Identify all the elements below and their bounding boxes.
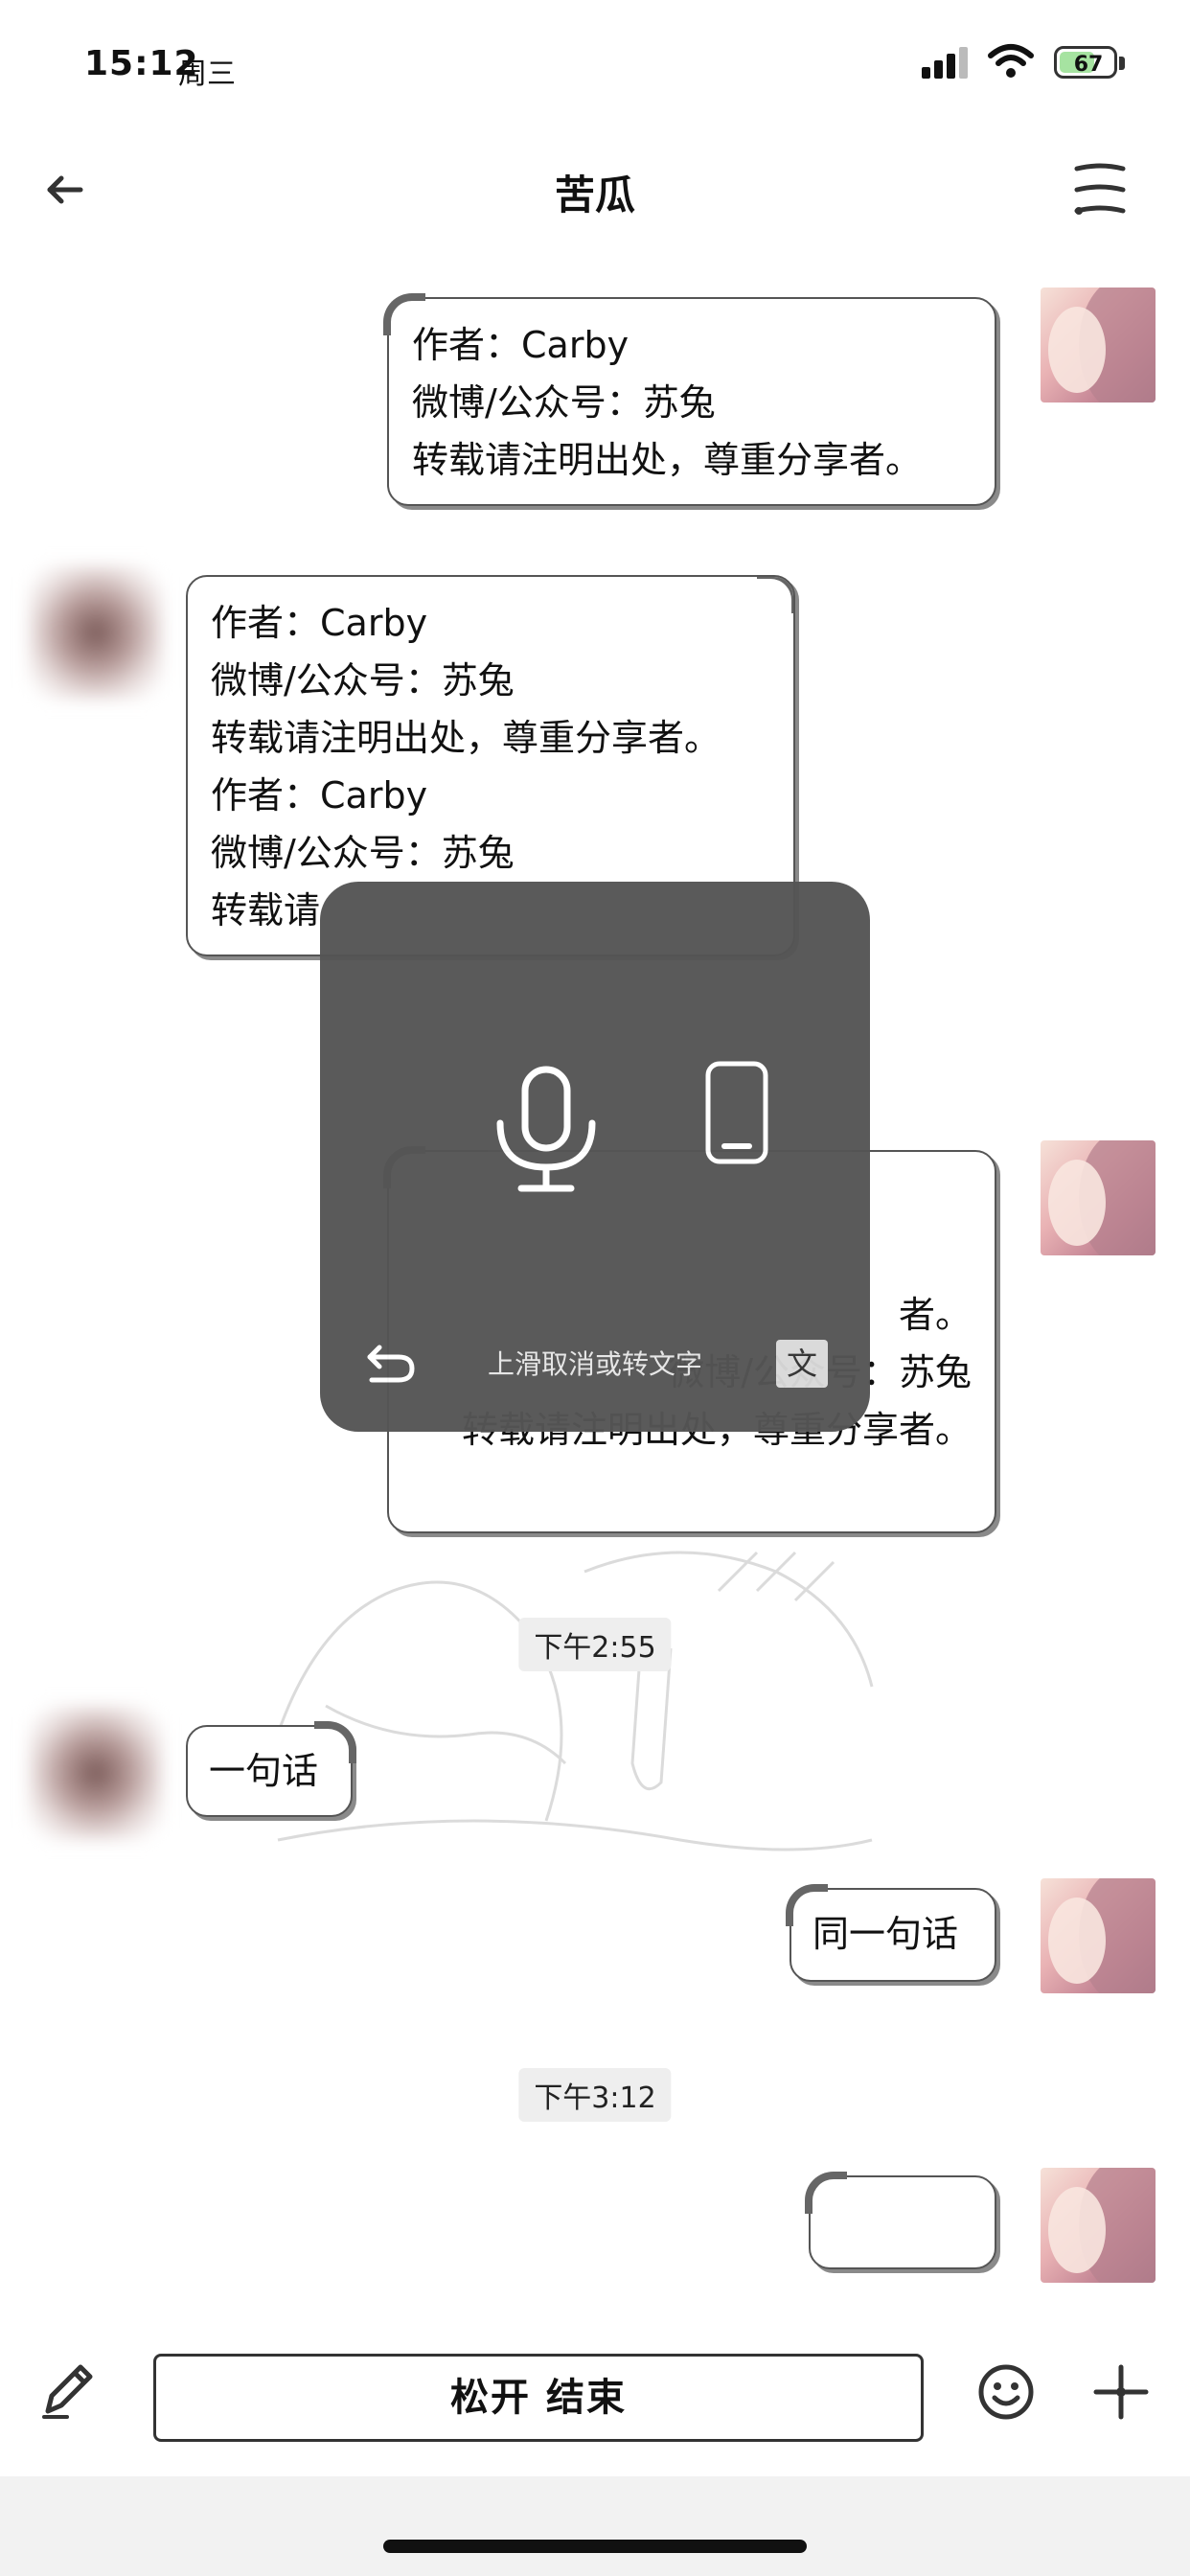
battery-percentage: 67 [1073, 53, 1104, 77]
battery-indicator: 67 [1054, 46, 1127, 82]
message-bubble[interactable] [805, 2172, 996, 2269]
home-indicator[interactable] [383, 2540, 807, 2553]
status-weekday: 周三 [178, 58, 236, 91]
emoji-button[interactable] [977, 2363, 1035, 2421]
my-avatar[interactable] [1041, 1140, 1156, 1255]
message-bubble[interactable]: 同一句话 [786, 1884, 996, 1982]
voice-recording-overlay: 上滑取消或转文字 文 [320, 882, 870, 1432]
menu-button[interactable] [1073, 161, 1127, 218]
status-bar: 15:12 周三 67 [0, 0, 1190, 134]
chat-title: 苦瓜 [554, 172, 635, 218]
time-divider: 下午3:12 [518, 2068, 672, 2122]
nav-bar: 苦瓜 [0, 134, 1190, 249]
my-avatar[interactable] [1041, 2168, 1156, 2283]
microphone-icon [496, 1066, 596, 1192]
message-bubble[interactable]: 一句话 [186, 1721, 356, 1817]
message-bubble[interactable]: 作者：Carby 微博/公众号：苏兔 转载请注明出处，尊重分享者。 [383, 293, 996, 506]
my-avatar[interactable] [1041, 1878, 1156, 1993]
contact-avatar[interactable] [29, 565, 163, 700]
contact-avatar[interactable] [29, 1706, 163, 1840]
emoji-icon [978, 2364, 1034, 2420]
phone-icon[interactable] [703, 1060, 770, 1165]
convert-to-text-button[interactable]: 文 [776, 1340, 828, 1388]
input-bar: 松开 结束 [0, 2329, 1190, 2463]
my-avatar[interactable] [1041, 288, 1156, 402]
pencil-icon [42, 2364, 93, 2419]
signal-icon [922, 47, 968, 79]
background-sketch [257, 1551, 874, 1852]
plus-icon [1093, 2364, 1149, 2420]
menu-icon [1074, 163, 1126, 215]
plus-button[interactable] [1092, 2363, 1150, 2421]
wifi-icon [988, 44, 1034, 78]
pencil-button[interactable] [38, 2358, 96, 2421]
hold-to-talk-button[interactable]: 松开 结束 [153, 2354, 924, 2442]
bottom-safe-area [0, 2476, 1190, 2576]
time-divider: 下午2:55 [518, 1618, 672, 1671]
